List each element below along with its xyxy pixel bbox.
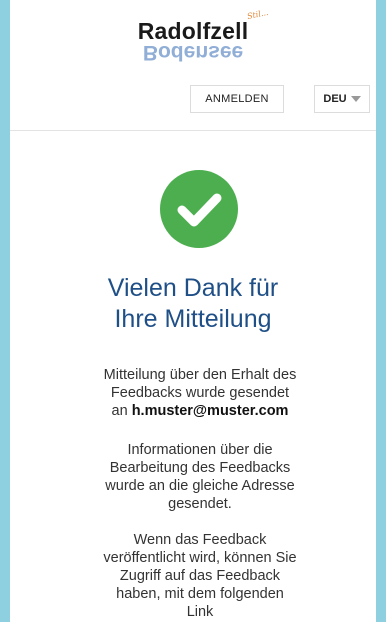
text-line: Link [186,604,214,620]
logo-mirror-text: Bodensee [142,41,244,64]
email-address: h.muster@muster.com [131,403,289,419]
text-line: veröffentlicht wird, können Sie [103,550,297,566]
title-line: Ihre Mitteilung [114,305,272,333]
confirmation-message: Mitteilung über den Erhalt des Feedbacks… [70,366,330,420]
text-line: Zugriff auf das Feedback [119,568,281,584]
header: Radolfzell Bodensee Stil... ANMELDEN DEU [10,0,376,131]
text-line: Bearbeitung des Feedbacks [109,460,291,476]
text-line: an h.muster@muster.com [70,402,330,420]
publish-message: Wenn das Feedback veröffentlicht wird, k… [70,531,330,621]
logo[interactable]: Radolfzell Bodensee [10,18,376,64]
title-line: Vielen Dank für [107,274,279,302]
text-line: gesendet. [168,496,232,512]
page: Radolfzell Bodensee Stil... ANMELDEN DEU… [10,0,376,622]
language-label: DEU [323,93,347,105]
text-line: wurde an die gleiche Adresse [105,478,295,494]
text-line: Wenn das Feedback [133,532,267,548]
text-line: Feedbacks wurde gesendet [110,385,290,401]
text-prefix: an [111,403,132,419]
language-select[interactable]: DEU [314,85,370,113]
text-line: haben, mit dem folgenden [116,586,284,602]
check-icon [160,170,238,248]
info-message: Informationen über die Bearbeitung des F… [70,441,330,513]
text-line: Informationen über die [127,442,273,458]
page-title: Vielen Dank für Ihre Mitteilung [10,273,376,335]
text-line: Mitteilung über den Erhalt des [103,367,297,383]
chevron-down-icon [350,96,361,102]
login-button[interactable]: ANMELDEN [190,85,284,113]
